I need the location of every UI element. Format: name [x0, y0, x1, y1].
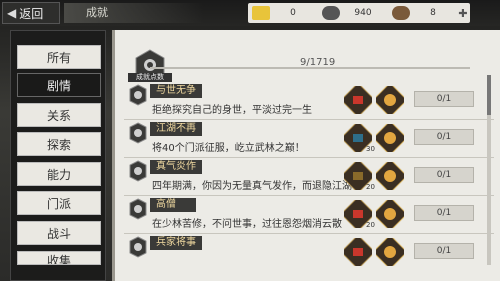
- reward-chest-icon: [344, 238, 372, 266]
- achievement-row[interactable]: 兵家将事 0/1: [124, 234, 494, 272]
- achievement-title: 与世无争: [150, 84, 202, 98]
- tab-relations[interactable]: 关系: [17, 103, 101, 127]
- add-scroll-button[interactable]: ✚: [456, 7, 470, 20]
- silver-ingot-icon: [322, 6, 340, 20]
- currency-scroll: 8 ✚: [388, 3, 470, 23]
- achievement-description: 在少林苦修，不问世事，过往恩怨烟消云散: [152, 219, 342, 230]
- achievement-row[interactable]: 与世无争 拒绝探究自己的身世，平淡过完一生 0/1: [124, 82, 494, 120]
- reward-emblem-icon: [376, 200, 404, 228]
- achievement-badge-icon: [129, 198, 147, 220]
- achievement-badge-icon: [129, 160, 147, 182]
- back-arrow-icon: ◀: [7, 6, 17, 20]
- currency-gold-value: 0: [290, 8, 296, 18]
- reward-emblem-icon: [376, 162, 404, 190]
- achievement-description: 拒绝探究自己的身世，平淡过完一生: [152, 105, 312, 116]
- page-title: 成就: [64, 3, 204, 23]
- tab-explore[interactable]: 探索: [17, 132, 101, 156]
- tab-sect[interactable]: 门派: [17, 191, 101, 215]
- achievement-row[interactable]: 真气炎作 四年期满，你因为无量真气发作，而退隐江湖 20 0/1: [124, 158, 494, 196]
- reward-count: 20: [366, 183, 375, 191]
- tab-collect[interactable]: 收集: [17, 251, 101, 265]
- achievement-progress: 0/1: [414, 167, 474, 183]
- achievement-title: 兵家将事: [150, 236, 202, 250]
- achievement-badge-icon: [129, 122, 147, 144]
- tab-all[interactable]: 所有: [17, 45, 101, 69]
- achievement-progress: 0/1: [414, 243, 474, 259]
- reward-emblem-icon: [376, 124, 404, 152]
- reward-count: 30: [366, 145, 375, 153]
- tab-battle[interactable]: 战斗: [17, 221, 101, 245]
- achievement-progress: 0/1: [414, 129, 474, 145]
- achievement-badge-icon: [129, 84, 147, 106]
- tab-ability[interactable]: 能力: [17, 162, 101, 186]
- reward-count: 20: [366, 221, 375, 229]
- scroll-icon: [392, 6, 410, 20]
- currency-silver-value: 940: [354, 8, 372, 18]
- category-sidebar: 所有 剧情 关系 探索 能力 门派 战斗 收集: [10, 30, 106, 281]
- back-button[interactable]: ◀ 返回: [2, 2, 60, 24]
- achievement-row[interactable]: 高僧 在少林苦修，不问世事，过往恩怨烟消云散 20 0/1: [124, 196, 494, 234]
- achievement-title: 江湖不再: [150, 122, 202, 136]
- reward-emblem-icon: [376, 86, 404, 114]
- achievement-row[interactable]: 江湖不再 将40个门派征服，屹立武林之巅！ 30 0/1: [124, 120, 494, 158]
- reward-chest-icon: [344, 86, 372, 114]
- top-bar: ◀ 返回 成就 0 ✚ 940 ✚ 8 ✚: [0, 0, 500, 26]
- list-scrollbar-thumb[interactable]: [487, 75, 491, 115]
- achievement-description: 四年期满，你因为无量真气发作，而退隐江湖: [152, 181, 352, 192]
- reward-emblem-icon: [376, 238, 404, 266]
- currency-scroll-value: 8: [430, 8, 436, 18]
- back-label: 返回: [19, 6, 44, 21]
- achievement-badge-icon: [129, 236, 147, 258]
- achievement-progress: 0/1: [414, 91, 474, 107]
- achievement-description: 将40个门派征服，屹立武林之巅！: [152, 143, 305, 154]
- total-progress-text: 9/1719: [300, 57, 336, 68]
- tab-story[interactable]: 剧情: [17, 73, 101, 97]
- achievement-title: 真气炎作: [150, 160, 202, 174]
- achievement-points-label: 成就点数: [128, 73, 172, 82]
- achievement-title: 高僧: [150, 198, 196, 212]
- achievement-progress: 0/1: [414, 205, 474, 221]
- gold-bar-icon: [252, 6, 270, 20]
